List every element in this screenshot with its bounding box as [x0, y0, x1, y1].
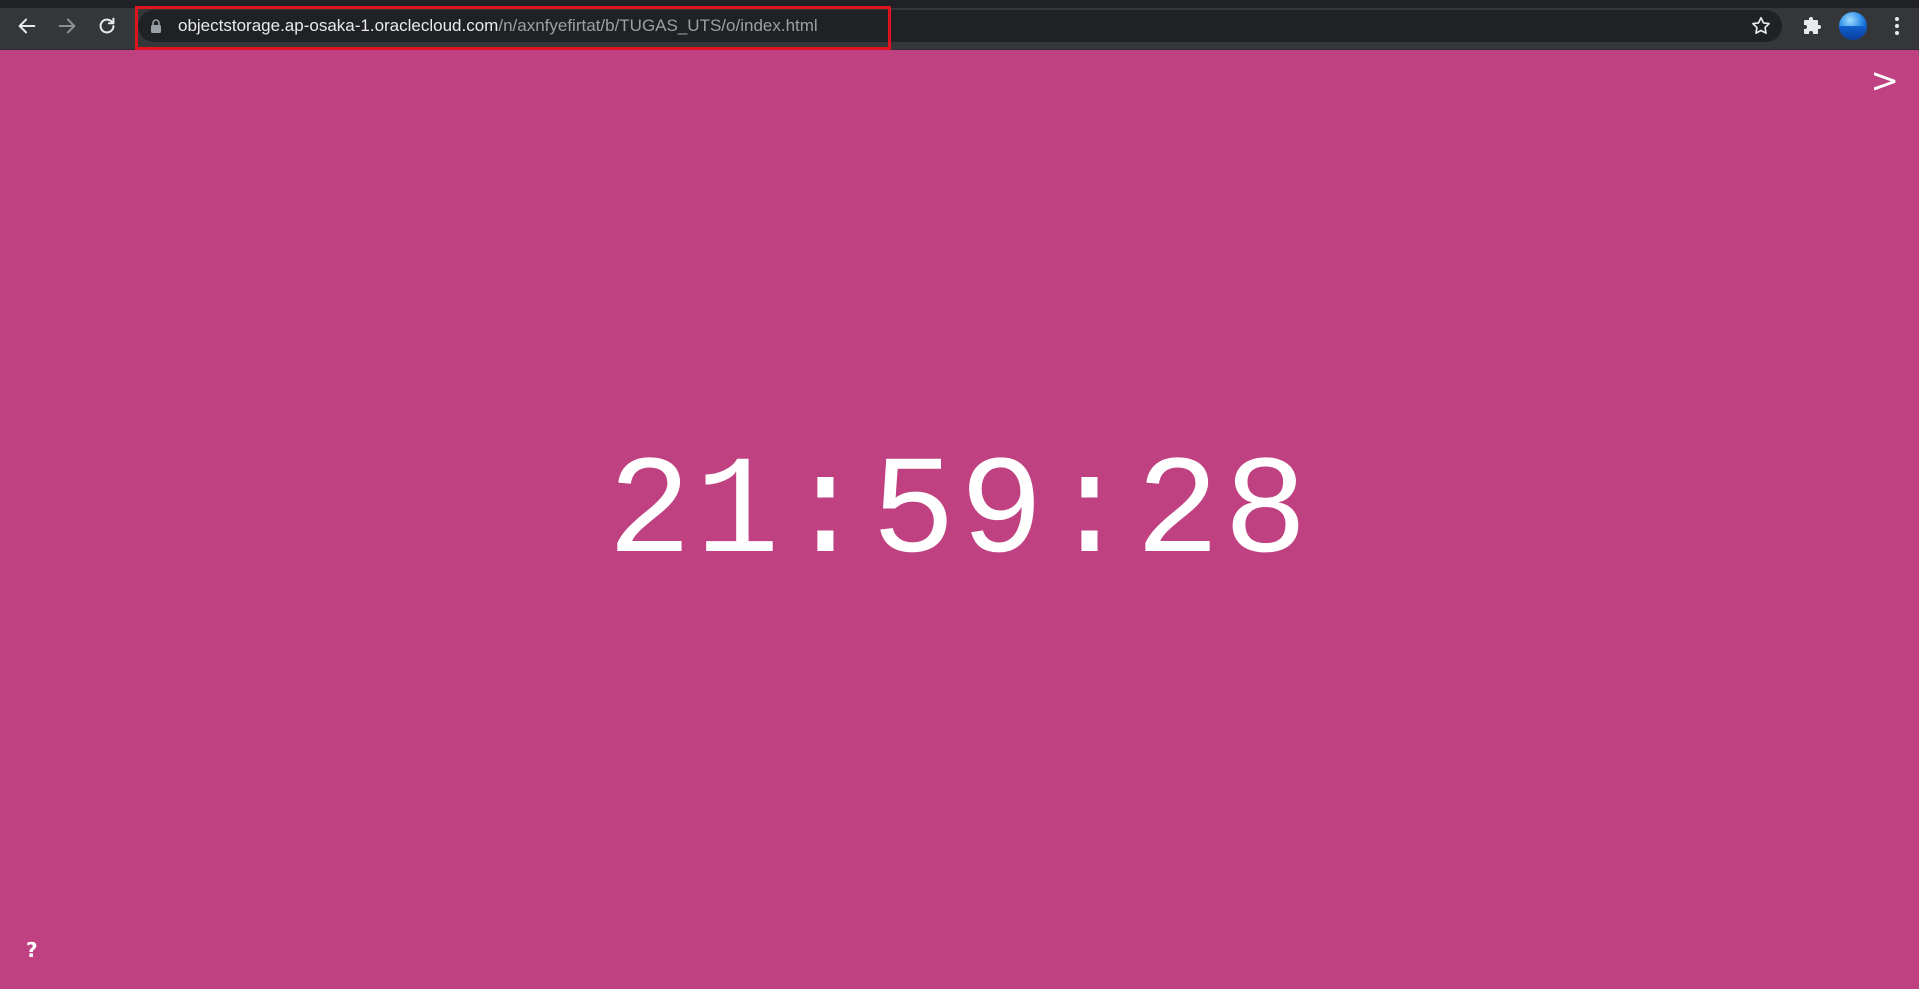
lock-icon[interactable]: [148, 18, 164, 34]
kebab-menu-icon[interactable]: [1885, 14, 1909, 38]
help-button[interactable]: ?: [26, 938, 38, 962]
back-button[interactable]: [13, 13, 41, 39]
reload-icon: [99, 17, 115, 34]
reload-button[interactable]: [93, 13, 121, 39]
url-text[interactable]: objectstorage.ap-osaka-1.oraclecloud.com…: [178, 15, 818, 37]
star-icon[interactable]: [1750, 15, 1772, 37]
browser-toolbar: objectstorage.ap-osaka-1.oraclecloud.com…: [0, 0, 1919, 50]
next-button[interactable]: >: [1871, 64, 1900, 98]
forward-button[interactable]: [53, 13, 81, 39]
clock-display: 21:59:28: [607, 435, 1312, 594]
puzzle-icon[interactable]: [1801, 14, 1825, 38]
arrow-left-icon: [18, 18, 36, 34]
page-content: > 21:59:28 ?: [0, 50, 1919, 989]
url-host: objectstorage.ap-osaka-1.oraclecloud.com: [178, 16, 499, 35]
avatar[interactable]: [1839, 12, 1867, 40]
url-path: /n/axnfyefirtat/b/TUGAS_UTS/o/index.html: [498, 16, 818, 35]
arrow-right-icon: [58, 18, 76, 34]
tab-strip: [0, 0, 1919, 8]
